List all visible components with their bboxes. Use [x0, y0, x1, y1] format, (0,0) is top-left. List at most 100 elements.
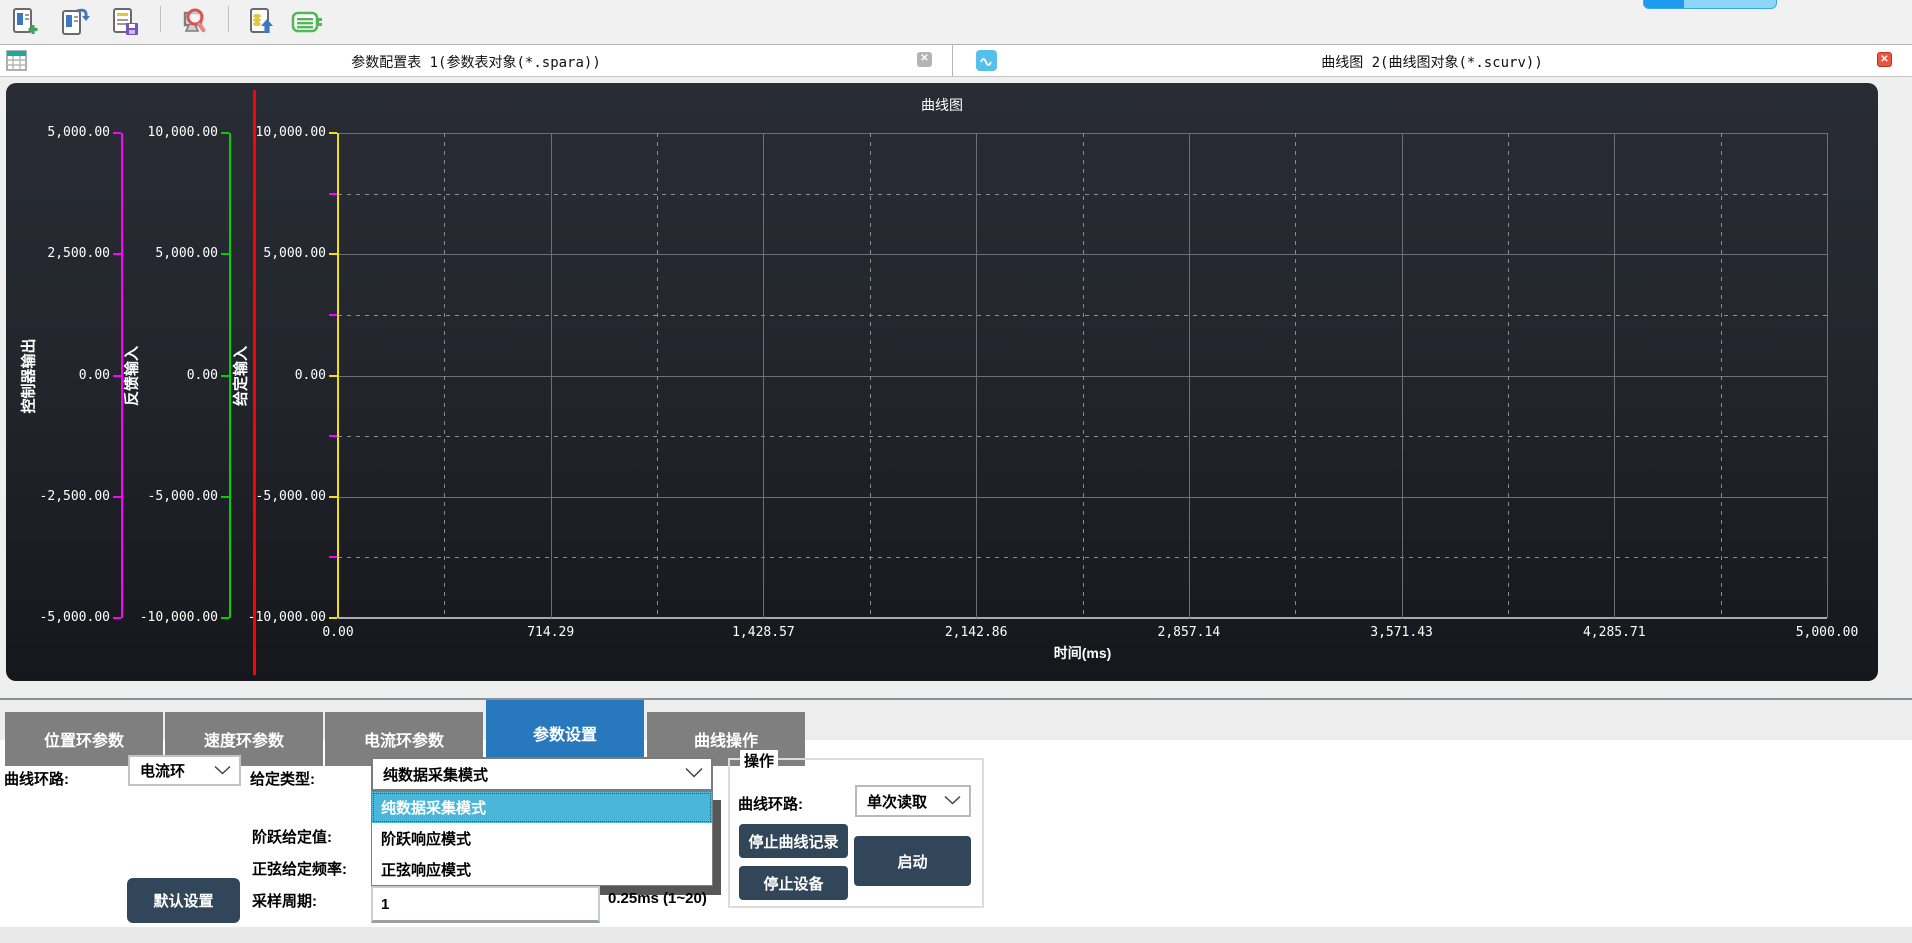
gridline-vertical — [1614, 133, 1615, 618]
close-icon[interactable]: ✕ — [1877, 52, 1892, 67]
given-type-value: 纯数据采集模式 — [383, 764, 488, 785]
cursor-line — [253, 90, 256, 675]
y-tick-label: -10,000.00 — [126, 610, 218, 625]
sine-freq-label: 正弦给定频率: — [252, 858, 347, 879]
gridline-vertical-dashed — [1295, 133, 1296, 618]
read-mode-select[interactable]: 单次读取 — [855, 785, 971, 817]
read-mode-value: 单次读取 — [867, 791, 927, 812]
gridline-vertical — [1189, 133, 1190, 618]
y-axis-tick — [113, 132, 121, 134]
y-tick-label: -5,000.00 — [234, 489, 326, 504]
y-axis-tick — [221, 375, 229, 377]
curve-chart-panel[interactable]: 曲线图5,000.002,500.000.00-2,500.00-5,000.0… — [6, 83, 1878, 681]
refresh-table-icon[interactable] — [58, 5, 92, 39]
operation-legend: 操作 — [740, 750, 778, 771]
chevron-down-icon — [214, 762, 231, 779]
stop-curve-record-button[interactable]: 停止曲线记录 — [739, 824, 848, 858]
gridline-vertical-dashed — [870, 133, 871, 618]
sample-period-label: 采样周期: — [252, 890, 317, 911]
upload-params-icon[interactable] — [243, 5, 277, 39]
y-tick-label: -5,000.00 — [126, 489, 218, 504]
curve-loop-value: 电流环 — [140, 760, 185, 781]
y-axis-tick — [221, 253, 229, 255]
gridline-vertical-dashed — [1083, 133, 1084, 618]
x-tick-label: 1,428.57 — [713, 625, 813, 640]
given-type-label: 给定类型: — [250, 768, 315, 789]
window-tab-title: 曲线图 2(曲线图对象(*.scurv)) — [952, 52, 1912, 72]
y-axis-tick — [113, 496, 121, 498]
search-device-icon[interactable] — [178, 5, 212, 39]
x-axis-title: 时间(ms) — [1054, 643, 1112, 663]
gridline-vertical-dashed — [657, 133, 658, 618]
y-axis-line — [337, 133, 339, 618]
given-type-dropdown-list: 纯数据采集模式 阶跃响应模式 正弦响应模式 — [371, 791, 713, 886]
given-type-select[interactable]: 纯数据采集模式 — [371, 757, 713, 791]
op-curve-loop-label: 曲线环路: — [738, 793, 803, 814]
y-tick-label: -2,500.00 — [18, 489, 110, 504]
y-axis-tick — [113, 253, 121, 255]
y-axis-tick — [329, 375, 337, 377]
y-tick-label: -10,000.00 — [234, 610, 326, 625]
chart-title: 曲线图 — [6, 95, 1878, 115]
gridline-vertical — [1402, 133, 1403, 618]
y-axis-minor-tick — [329, 435, 337, 437]
toolbar-separator — [228, 6, 229, 32]
dropdown-option-sine[interactable]: 正弦响应模式 — [372, 854, 712, 885]
y-axis-minor-tick — [329, 556, 337, 558]
x-tick-label: 2,142.86 — [926, 625, 1026, 640]
gridline-vertical — [1827, 133, 1828, 618]
gridline-vertical-dashed — [444, 133, 445, 618]
y-axis-title: 反馈输入 — [121, 345, 142, 405]
y-axis-tick — [221, 132, 229, 134]
x-tick-label: 2,857.14 — [1139, 625, 1239, 640]
gridline-vertical-dashed — [1508, 133, 1509, 618]
connection-progress-widget[interactable] — [1643, 0, 1777, 9]
y-tick-label: 10,000.00 — [126, 125, 218, 140]
sample-period-input[interactable] — [371, 886, 600, 923]
window-tab-curve[interactable]: 曲线图 2(曲线图对象(*.scurv)) ✕ — [952, 45, 1912, 76]
toolbar-separator — [160, 6, 161, 32]
chevron-down-icon — [944, 793, 961, 810]
gridline-vertical — [976, 133, 977, 618]
y-axis-tick — [329, 253, 337, 255]
new-table-icon[interactable] — [8, 5, 42, 39]
y-axis-minor-tick — [329, 314, 337, 316]
x-tick-label: 3,571.43 — [1352, 625, 1452, 640]
curve-loop-label: 曲线环路: — [4, 768, 69, 789]
y-axis-tick — [221, 496, 229, 498]
start-button[interactable]: 启动 — [854, 836, 971, 886]
y-tick-label: -5,000.00 — [18, 610, 110, 625]
curve-loop-select[interactable]: 电流环 — [128, 755, 241, 786]
toolbar — [0, 0, 1912, 45]
default-settings-button[interactable]: 默认设置 — [127, 878, 240, 923]
y-axis-tick — [113, 617, 121, 619]
param-tab-strip: 位置环参数 速度环参数 电流环参数 参数设置 曲线操作 — [0, 698, 1912, 766]
window-tab-title: 参数配置表 1(参数表对象(*.spara)) — [0, 52, 952, 72]
y-tick-label: 5,000.00 — [126, 246, 218, 261]
close-icon[interactable]: ✕ — [917, 52, 932, 67]
y-tick-label: 5,000.00 — [234, 246, 326, 261]
gridline-vertical-dashed — [1721, 133, 1722, 618]
y-axis-tick — [329, 132, 337, 134]
x-tick-label: 714.29 — [501, 625, 601, 640]
dropdown-option-pure-data[interactable]: 纯数据采集模式 — [372, 792, 712, 823]
y-tick-label: 10,000.00 — [234, 125, 326, 140]
status-strip — [0, 925, 1912, 943]
chevron-down-icon — [685, 766, 703, 783]
window-tab-param-table[interactable]: 参数配置表 1(参数表对象(*.spara)) ✕ — [0, 45, 952, 76]
save-table-icon[interactable] — [108, 5, 142, 39]
y-axis-title: 控制器输出 — [18, 338, 39, 413]
dropdown-option-step[interactable]: 阶跃响应模式 — [372, 823, 712, 854]
step-value-label: 阶跃给定值: — [252, 826, 332, 847]
y-tick-label: 2,500.00 — [18, 246, 110, 261]
y-axis-minor-tick — [329, 193, 337, 195]
x-tick-label: 4,285.71 — [1564, 625, 1664, 640]
stop-device-button[interactable]: 停止设备 — [739, 866, 848, 900]
y-tick-label: 5,000.00 — [18, 125, 110, 140]
window-tab-bar: 参数配置表 1(参数表对象(*.spara)) ✕ 曲线图 2(曲线图对象(*.… — [0, 45, 1912, 77]
gridline-vertical — [763, 133, 764, 618]
y-axis-title: 给定输入 — [230, 345, 251, 405]
motor-icon[interactable] — [291, 5, 325, 39]
gridline-vertical — [551, 133, 552, 618]
sample-period-hint: 0.25ms (1~20) — [608, 890, 707, 907]
